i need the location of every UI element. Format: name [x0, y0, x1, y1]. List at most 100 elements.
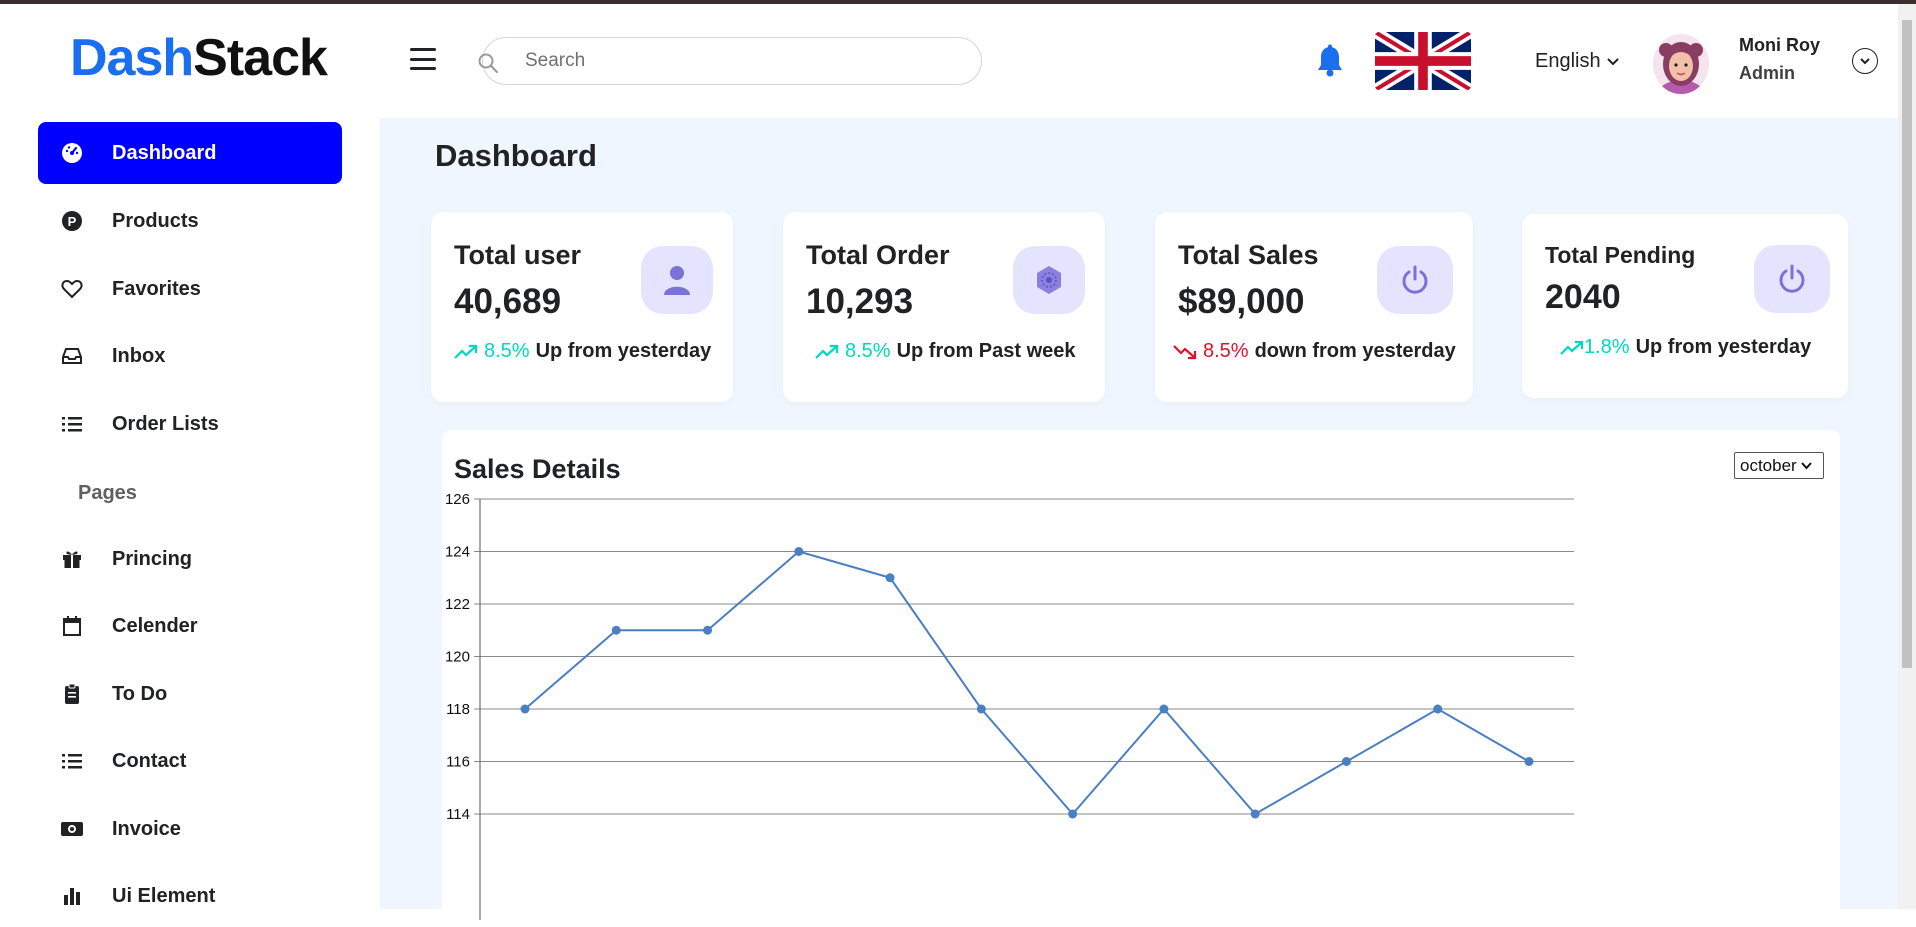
- user-name: Moni Roy: [1739, 35, 1820, 55]
- main-content: Dashboard Total user 40,689 8.5% Up from…: [380, 118, 1898, 920]
- sidebar-item-order-lists[interactable]: Order Lists: [38, 393, 342, 455]
- trend-text: Up from yesterday: [535, 340, 712, 362]
- sidebar-item-label: Favorites: [112, 277, 201, 300]
- data-point[interactable]: [703, 625, 713, 635]
- y-tick-label: 120: [445, 649, 470, 666]
- trend-text: Up from yesterday: [1635, 336, 1812, 358]
- sidebar-item-dashboard[interactable]: Dashboard: [38, 122, 342, 184]
- inbox-icon: [60, 344, 84, 368]
- card-value: 10,293: [806, 282, 914, 321]
- profile-dropdown-button[interactable]: [1852, 48, 1878, 74]
- search-icon: [478, 53, 499, 74]
- heart-icon: [60, 277, 84, 301]
- card-label: Total Pending: [1545, 242, 1696, 268]
- trend-up-icon: [454, 344, 478, 359]
- sidebar-section-pages: Pages: [78, 482, 137, 504]
- sidebar-item-contact[interactable]: Contact: [38, 730, 342, 792]
- user-icon: [641, 246, 713, 314]
- trend-text: down from yesterday: [1254, 340, 1456, 362]
- data-point[interactable]: [794, 547, 804, 556]
- data-point[interactable]: [1524, 757, 1534, 766]
- sidebar-item-pricing[interactable]: Princing: [38, 528, 342, 590]
- sidebar-item-label: To Do: [112, 682, 168, 705]
- user-role: Admin: [1739, 63, 1795, 83]
- sidebar-item-label: Princing: [112, 547, 193, 570]
- data-point[interactable]: [1341, 757, 1351, 766]
- sidebar-item-invoice[interactable]: Invoice: [38, 798, 342, 860]
- trend-up-icon: [815, 344, 839, 359]
- trend-text: Up from Past week: [896, 340, 1076, 362]
- sidebar-item-label: Dashboard: [112, 141, 217, 164]
- y-tick-label: 126: [445, 491, 470, 508]
- data-point[interactable]: [1159, 704, 1169, 714]
- trend-up-icon: [1560, 340, 1584, 355]
- stat-card-total-sales: Total Sales $89,000 8.5% down from yeste…: [1155, 212, 1473, 402]
- app-logo[interactable]: DashStack: [70, 28, 328, 88]
- data-point[interactable]: [1250, 809, 1260, 819]
- y-tick-label: 116: [446, 754, 470, 771]
- sidebar-item-ui-element[interactable]: Ui Element: [38, 865, 342, 927]
- trend-percent: 8.5%: [845, 340, 891, 362]
- uk-flag-icon[interactable]: [1375, 32, 1471, 90]
- sidebar-item-label: Products: [112, 209, 199, 232]
- search-box: [478, 37, 982, 85]
- language-label: English: [1535, 50, 1601, 72]
- card-label: Total Order: [806, 240, 950, 270]
- bar-chart-icon: [60, 884, 84, 908]
- top-header: English Moni Roy Admin: [380, 4, 1898, 118]
- page-title: Dashboard: [435, 138, 597, 173]
- sidebar-item-favorites[interactable]: Favorites: [38, 258, 342, 320]
- y-tick-label: 122: [445, 596, 470, 613]
- gauge-icon: [60, 141, 84, 165]
- sidebar: DashStack Dashboard P Products Favorites…: [0, 4, 380, 909]
- sales-details-card: Sales Details october 114 116 118 120 122 124…: [442, 430, 1840, 920]
- chevron-down-icon: [1860, 58, 1870, 65]
- power-icon: [1754, 245, 1830, 313]
- chevron-down-icon: [1606, 57, 1619, 65]
- avatar[interactable]: [1653, 34, 1709, 94]
- calendar-icon: [60, 614, 84, 638]
- gift-icon: [60, 547, 84, 571]
- sidebar-item-calendar[interactable]: Celender: [38, 595, 342, 657]
- scrollbar-thumb[interactable]: [1902, 20, 1912, 668]
- card-trend: 1.8% Up from yesterday: [1560, 336, 1811, 359]
- y-tick-label: 114: [446, 806, 470, 823]
- trend-percent: 1.8%: [1584, 336, 1630, 358]
- stat-card-total-pending: Total Pending 2040 1.8% Up from yesterda…: [1522, 214, 1848, 398]
- data-point[interactable]: [1433, 704, 1443, 714]
- sidebar-item-todo[interactable]: To Do: [38, 663, 342, 725]
- card-trend: 8.5% Up from Past week: [815, 340, 1076, 363]
- product-p-icon: P: [60, 209, 84, 233]
- sidebar-item-label: Contact: [112, 749, 187, 772]
- list-icon: [60, 749, 84, 773]
- search-input[interactable]: [525, 50, 945, 72]
- data-point[interactable]: [976, 704, 986, 714]
- scrollbar[interactable]: [1898, 4, 1916, 909]
- sidebar-item-products[interactable]: P Products: [38, 190, 342, 252]
- card-trend: 8.5% Up from yesterday: [454, 340, 711, 363]
- series-line: [524, 550, 1530, 816]
- bell-icon[interactable]: [1315, 44, 1345, 78]
- svg-text:P: P: [68, 214, 77, 229]
- power-icon: [1377, 246, 1453, 314]
- data-point[interactable]: [611, 625, 621, 635]
- sidebar-item-label: Invoice: [112, 817, 181, 840]
- sidebar-item-label: Order Lists: [112, 412, 219, 435]
- money-icon: [60, 817, 84, 841]
- language-selector[interactable]: English: [1535, 50, 1619, 73]
- card-value: $89,000: [1178, 282, 1305, 321]
- data-point[interactable]: [885, 573, 895, 583]
- card-value: 2040: [1545, 278, 1621, 316]
- sidebar-item-label: Ui Element: [112, 884, 216, 907]
- card-value: 40,689: [454, 282, 562, 321]
- box-icon: [1013, 246, 1085, 314]
- list-icon: [60, 412, 84, 436]
- trend-down-icon: [1173, 344, 1197, 359]
- logo-stack-text: Stack: [193, 29, 328, 87]
- y-tick-label: 124: [445, 544, 470, 561]
- card-label: Total user: [454, 240, 582, 270]
- hamburger-menu-button[interactable]: [410, 48, 436, 70]
- data-point[interactable]: [1068, 809, 1078, 819]
- sidebar-item-inbox[interactable]: Inbox: [38, 325, 342, 387]
- data-point[interactable]: [520, 704, 530, 714]
